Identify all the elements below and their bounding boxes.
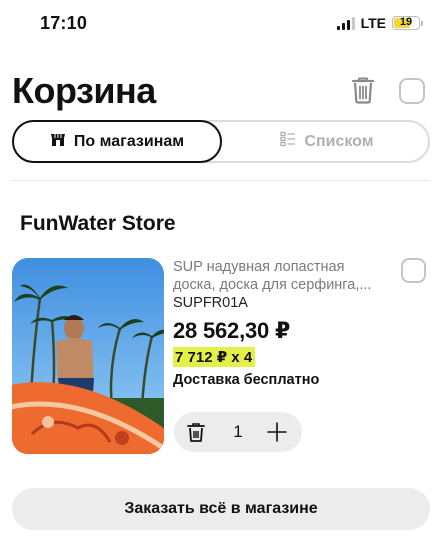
battery-level: 19: [399, 16, 413, 28]
shop-icon: [50, 131, 66, 152]
product-title[interactable]: SUP надувная лопастная доска, доска для …: [173, 258, 388, 294]
network-type: LTE: [360, 15, 386, 31]
page-title: Корзина: [12, 70, 156, 111]
store-name[interactable]: FunWater Store: [20, 212, 176, 236]
status-indicators: LTE 19: [336, 15, 423, 31]
increase-quantity-icon[interactable]: [266, 421, 288, 443]
divider: [12, 180, 430, 181]
order-all-button[interactable]: Заказать всё в магазине: [12, 488, 430, 530]
tab-list[interactable]: Списком: [222, 120, 432, 163]
quantity-value[interactable]: 1: [228, 422, 248, 442]
status-bar: 17:10 LTE 19: [0, 0, 442, 46]
signal-icon: [336, 16, 355, 30]
trash-icon[interactable]: [350, 76, 376, 104]
delivery-info: Доставка бесплатно: [173, 372, 320, 388]
product-sku: SUPFR01A: [173, 295, 248, 311]
tab-list-label: Списком: [304, 132, 374, 150]
list-icon: [280, 131, 296, 152]
tab-by-stores-label: По магазинам: [73, 132, 185, 150]
view-toggle: По магазинам Списком: [12, 120, 430, 163]
product-price: 28 562,30 ₽: [173, 318, 291, 343]
select-all-checkbox[interactable]: [399, 78, 425, 104]
product-image[interactable]: [12, 258, 164, 454]
remove-item-icon[interactable]: [186, 422, 206, 443]
unit-price-badge: 7 712 ₽ x 4: [173, 347, 256, 367]
item-checkbox[interactable]: [401, 258, 426, 283]
status-time: 17:10: [40, 13, 88, 33]
battery-icon: 19: [392, 16, 423, 30]
quantity-stepper: 1: [174, 412, 302, 452]
tab-by-stores[interactable]: По магазинам: [12, 120, 222, 163]
